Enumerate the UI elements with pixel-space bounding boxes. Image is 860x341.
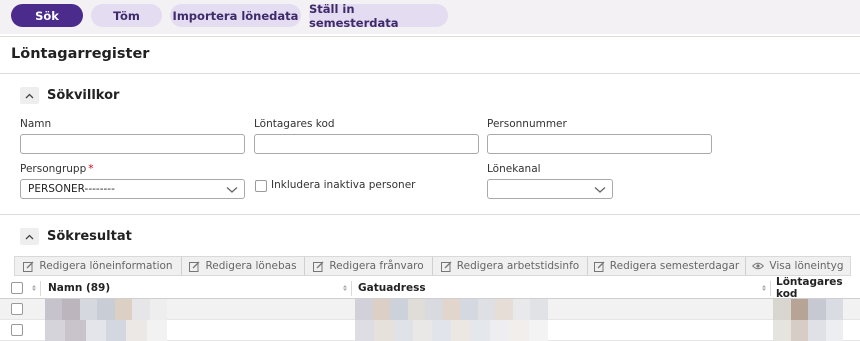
sort-icon[interactable] [762, 285, 766, 291]
search-results-header: Sökresultat [20, 228, 132, 245]
column-header-address[interactable]: Gatuadress [358, 278, 426, 298]
chevron-down-icon [226, 187, 238, 193]
chevron-up-icon [25, 234, 34, 239]
results-action-bar: Redigera löneinformation Redigera löneba… [14, 256, 851, 276]
divider [0, 73, 860, 74]
action-label: Redigera lönebas [205, 260, 297, 272]
edit-icon [440, 261, 452, 272]
redacted-cell [773, 299, 843, 320]
column-header-name[interactable]: Namn (89) [48, 278, 110, 298]
section-title: Sökvillkor [47, 88, 120, 103]
redacted-cell [355, 320, 548, 341]
clear-button[interactable]: Töm [91, 4, 162, 27]
action-label: Redigera frånvaro [329, 260, 424, 272]
redacted-cell [355, 299, 549, 320]
search-button[interactable]: Sök [11, 4, 83, 27]
sort-icon[interactable] [32, 285, 36, 291]
chevron-down-icon [594, 187, 606, 193]
edit-vacation-days-button[interactable]: Redigera semesterdagar [588, 257, 746, 275]
edit-salary-info-button[interactable]: Redigera löneinformation [15, 257, 182, 275]
select-all-checkbox[interactable] [11, 282, 23, 294]
name-label: Namn [20, 118, 52, 130]
action-label: Visa löneintyg [769, 260, 844, 272]
column-separator [770, 281, 771, 296]
edit-absence-button[interactable]: Redigera frånvaro [305, 257, 433, 275]
search-criteria-header: Sökvillkor [20, 87, 119, 104]
vacation-settings-button[interactable]: Ställ in semesterdata [309, 2, 448, 30]
personal-number-label: Personnummer [487, 118, 567, 130]
redacted-cell [773, 320, 843, 341]
table-row[interactable] [0, 320, 860, 341]
person-group-select[interactable]: PERSONER-------- [20, 179, 245, 199]
table-row[interactable] [0, 299, 860, 320]
edit-icon [23, 261, 34, 272]
collapse-results-button[interactable] [20, 228, 39, 245]
redacted-cell [45, 299, 167, 320]
column-header-employee-code[interactable]: Löntagares kod [776, 276, 860, 300]
sort-icon[interactable] [343, 285, 347, 291]
row-checkbox[interactable] [11, 303, 23, 315]
salary-channel-select[interactable] [487, 179, 613, 199]
redacted-cell [45, 320, 167, 341]
include-inactive-checkbox[interactable] [255, 180, 267, 192]
edit-working-time-button[interactable]: Redigera arbetstidsinfo [433, 257, 588, 275]
salary-channel-label: Lönekanal [487, 163, 541, 175]
collapse-search-button[interactable] [20, 87, 39, 104]
person-group-label-text: Persongrupp [20, 163, 87, 175]
eye-icon [752, 262, 765, 270]
chevron-up-icon [25, 93, 34, 98]
edit-icon [593, 261, 605, 272]
edit-icon [189, 261, 200, 272]
name-input[interactable] [20, 134, 245, 154]
action-label: Redigera löneinformation [39, 260, 173, 272]
required-mark: * [88, 163, 94, 175]
import-salary-data-button[interactable]: Importera lönedata [170, 4, 301, 27]
employee-code-input[interactable] [254, 134, 479, 154]
page-title: Löntagarregister [11, 46, 150, 62]
personal-number-input[interactable] [487, 134, 712, 154]
divider [0, 214, 860, 215]
section-title: Sökresultat [47, 229, 132, 244]
include-inactive-label: Inkludera inaktiva personer [271, 179, 416, 191]
row-checkbox[interactable] [11, 324, 23, 336]
person-group-value: PERSONER-------- [28, 183, 115, 195]
results-grid-header: Namn (89) Gatuadress Löntagares kod [0, 276, 860, 300]
edit-salary-base-button[interactable]: Redigera lönebas [182, 257, 305, 275]
person-group-label: Persongrupp * [20, 163, 94, 175]
view-salary-certificate-button[interactable]: Visa löneintyg [746, 257, 850, 275]
action-label: Redigera semesterdagar [609, 260, 740, 272]
column-separator [40, 281, 41, 296]
employee-code-label: Löntagares kod [254, 118, 335, 130]
top-toolbar: Sök Töm Importera lönedata Ställ in seme… [0, 0, 860, 34]
edit-icon [313, 261, 324, 272]
column-separator [351, 281, 352, 296]
divider [0, 36, 860, 37]
action-label: Redigera arbetstidsinfo [456, 260, 580, 272]
